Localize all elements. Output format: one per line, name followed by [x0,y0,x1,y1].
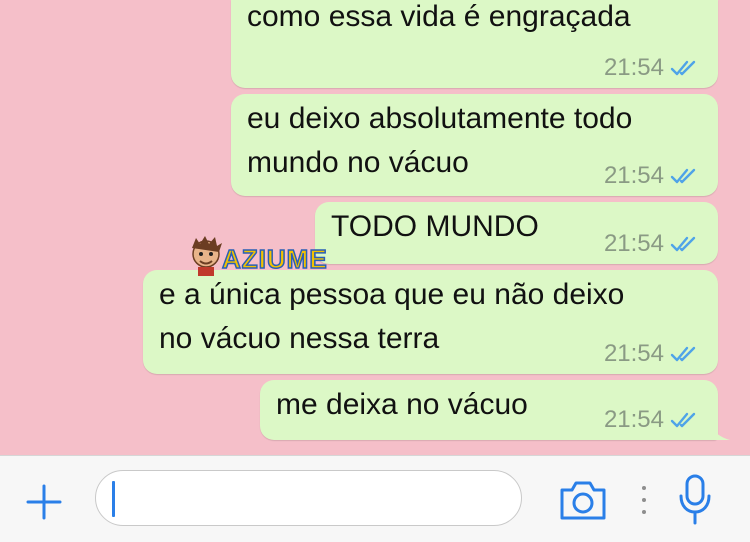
message-time: 21:54 [603,162,664,189]
message-bubble[interactable]: TODO MUNDO 21:54 [315,202,718,264]
read-ticks-icon [670,346,696,362]
message-meta: 21:54 [604,230,700,258]
plus-icon[interactable] [22,480,66,524]
camera-icon[interactable] [558,478,608,522]
read-ticks-icon [670,168,696,184]
message-bubble[interactable]: e a única pessoa que eu não deixo no vác… [143,270,718,374]
bubble-tail [708,416,730,440]
more-dots-icon[interactable] [640,484,648,516]
message-time: 21:54 [603,340,664,367]
message-composer [0,455,750,542]
message-meta: 21:54 [604,340,700,368]
watermark-logo: AZIUME [186,234,336,276]
message-time: 21:54 [603,230,664,257]
read-ticks-icon [670,236,696,252]
message-input[interactable] [95,470,522,526]
microphone-icon[interactable] [678,474,712,526]
read-ticks-icon [670,412,696,428]
chat-area: como essa vida é engraçada 21:54 eu deix… [0,0,750,455]
mascot-face-icon [192,236,222,276]
message-time: 21:54 [603,54,664,81]
message-time: 21:54 [603,406,664,433]
message-meta: 21:54 [604,406,700,434]
text-caret [112,481,115,517]
message-bubble[interactable]: como essa vida é engraçada 21:54 [231,0,718,88]
message-text: como essa vida é engraçada [247,0,631,33]
message-bubble[interactable]: me deixa no vácuo 21:54 [260,380,730,440]
message-bubble[interactable]: eu deixo absolutamente todo mundo no vác… [231,94,718,196]
message-meta: 21:54 [604,162,700,190]
message-meta: 21:54 [604,54,700,82]
watermark-text: AZIUME [221,243,328,275]
read-ticks-icon [670,60,696,76]
